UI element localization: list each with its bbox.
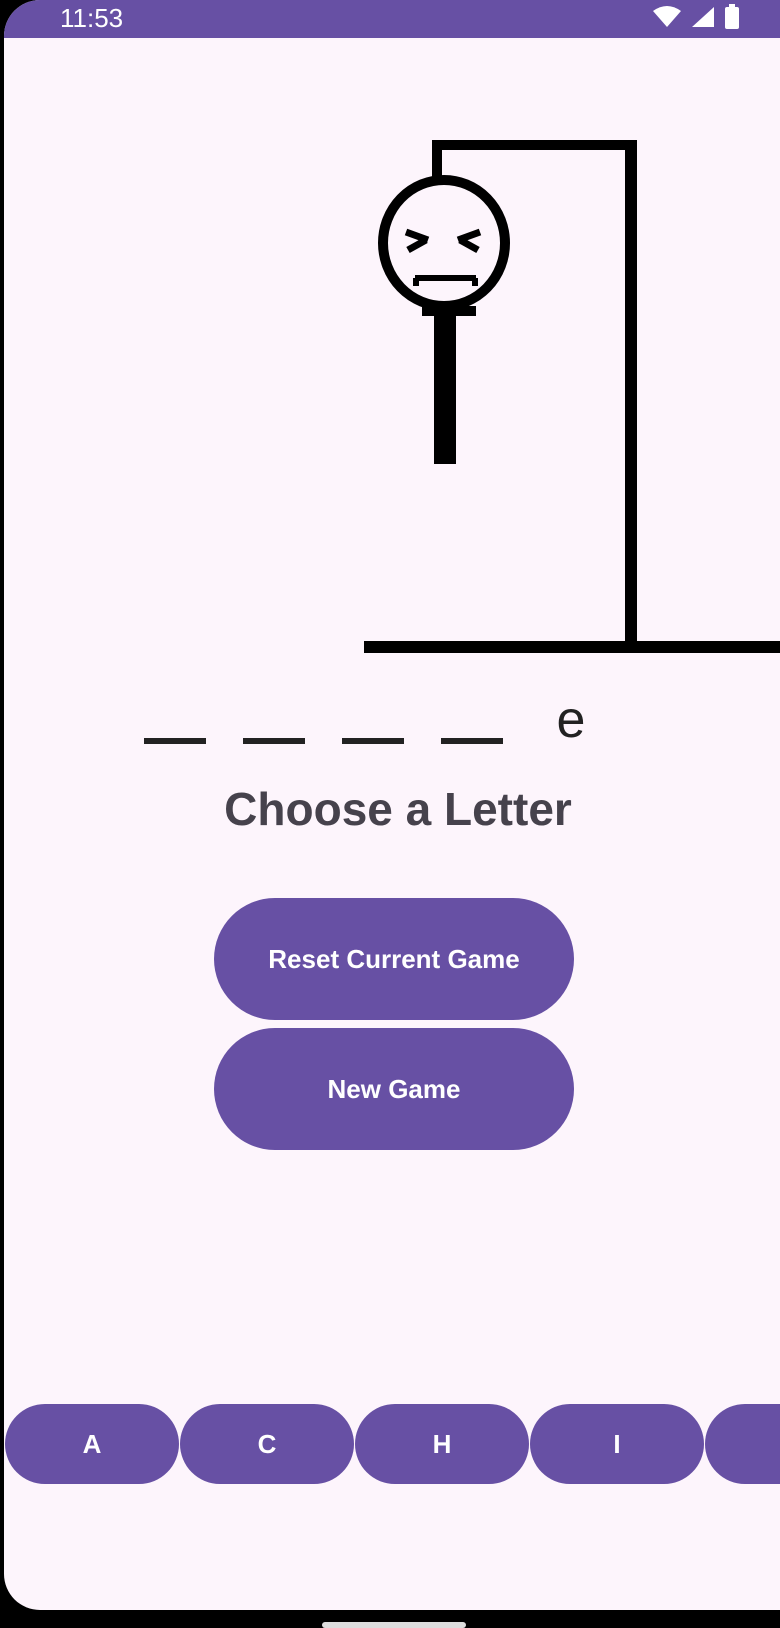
gallows-post xyxy=(625,140,637,646)
letter-button-i[interactable]: I xyxy=(530,1404,704,1484)
new-game-button[interactable]: New Game xyxy=(214,1028,574,1150)
gallows-beam xyxy=(432,140,637,150)
word-display: e xyxy=(144,690,639,750)
letter-slot xyxy=(243,738,305,744)
hangman-body xyxy=(434,316,456,464)
hangman-head xyxy=(378,175,510,311)
reset-game-button[interactable]: Reset Current Game xyxy=(214,898,574,1020)
letter-slot xyxy=(342,738,404,744)
home-indicator[interactable] xyxy=(322,1622,466,1628)
letter-button-a[interactable]: A xyxy=(5,1404,179,1484)
gallows-rope xyxy=(432,140,442,180)
hangman-drawing xyxy=(364,140,780,653)
letter-slot xyxy=(441,738,503,744)
hangman-neck xyxy=(422,306,476,316)
letter-button-partial[interactable] xyxy=(705,1404,780,1484)
app-screen: 11:53 e Choose a Letter Reset Current Ga… xyxy=(4,0,780,1610)
gallows-base xyxy=(364,641,780,653)
letter-slot: e xyxy=(556,691,586,749)
prompt-text: Choose a Letter xyxy=(224,783,572,835)
letter-slot xyxy=(144,738,206,744)
letter-button-h[interactable]: H xyxy=(355,1404,529,1484)
letter-button-c[interactable]: C xyxy=(180,1404,354,1484)
